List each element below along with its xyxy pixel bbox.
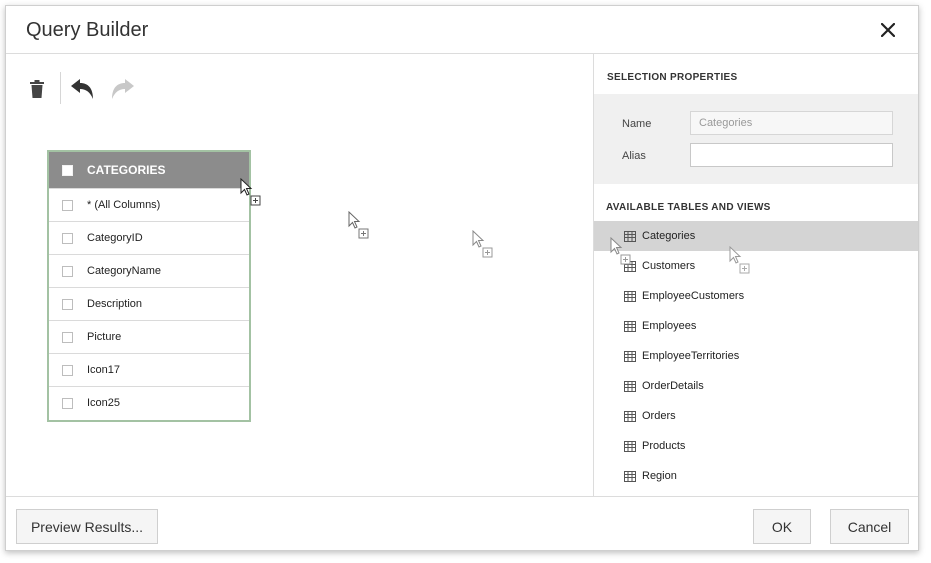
table-list-label: Categories <box>642 230 696 242</box>
table-card-categories[interactable]: CATEGORIES * (All Columns) CategoryID Ca… <box>47 150 251 422</box>
toolbar-separator <box>60 72 61 104</box>
trash-icon <box>30 80 44 98</box>
available-tables-list: Categories Customers EmployeeCustomers E… <box>594 221 918 491</box>
table-card-title: CATEGORIES <box>87 163 166 177</box>
table-list-item[interactable]: EmployeeCustomers <box>594 281 918 311</box>
query-design-surface[interactable]: CATEGORIES * (All Columns) CategoryID Ca… <box>6 54 594 496</box>
redo-icon <box>112 79 134 99</box>
column-checkbox[interactable] <box>62 364 73 376</box>
table-list-label: Region <box>642 470 677 482</box>
table-list-label: Employees <box>642 320 697 332</box>
side-panel: SELECTION PROPERTIES Name Alias AVAILABL… <box>594 54 918 496</box>
drag-add-cursor-icon <box>348 211 369 239</box>
table-list-label: EmployeeTerritories <box>642 350 740 362</box>
drag-add-cursor-icon <box>240 178 261 206</box>
column-checkbox[interactable] <box>62 331 73 343</box>
column-label: Icon17 <box>87 364 121 376</box>
table-grid-icon <box>624 470 636 482</box>
close-icon <box>881 23 895 37</box>
alias-label: Alias <box>622 150 646 162</box>
table-grid-icon <box>624 440 636 452</box>
preview-results-button[interactable]: Preview Results... <box>16 509 158 544</box>
available-tables-title: AVAILABLE TABLES AND VIEWS <box>606 202 771 213</box>
select-all-checkbox[interactable] <box>62 164 73 176</box>
drag-add-cursor-icon <box>610 237 631 265</box>
column-checkbox[interactable] <box>62 199 73 211</box>
column-row[interactable]: Icon17 <box>49 353 249 386</box>
column-label: Description <box>87 298 143 310</box>
column-row[interactable]: CategoryID <box>49 221 249 254</box>
selection-properties-title: SELECTION PROPERTIES <box>607 72 738 83</box>
dialog-footer: Preview Results... OK Cancel <box>6 496 918 552</box>
table-list-item[interactable]: Region <box>594 461 918 491</box>
name-field[interactable] <box>690 111 893 135</box>
table-grid-icon <box>624 410 636 422</box>
query-builder-dialog: Query Builder CATEGORIES * (All Columns)… <box>5 5 919 551</box>
table-grid-icon <box>624 320 636 332</box>
name-label: Name <box>622 118 652 130</box>
table-list-item[interactable]: EmployeeTerritories <box>594 341 918 371</box>
column-row[interactable]: * (All Columns) <box>49 188 249 221</box>
table-list-item[interactable]: Orders <box>594 401 918 431</box>
column-checkbox[interactable] <box>62 397 73 409</box>
ok-button[interactable]: OK <box>753 509 811 544</box>
table-list-label: EmployeeCustomers <box>642 290 745 302</box>
table-list-item[interactable]: OrderDetails <box>594 371 918 401</box>
drag-add-cursor-icon <box>472 230 493 258</box>
redo-button[interactable] <box>108 74 138 104</box>
column-row[interactable]: Picture <box>49 320 249 353</box>
column-label: Icon25 <box>87 397 121 409</box>
table-list-label: Products <box>642 440 686 452</box>
table-list-label: OrderDetails <box>642 380 704 392</box>
table-list-item[interactable]: Employees <box>594 311 918 341</box>
table-list-label: Customers <box>642 260 696 272</box>
dialog-title: Query Builder <box>26 19 149 41</box>
selection-properties-panel: Name Alias <box>594 94 918 184</box>
undo-icon <box>71 79 93 99</box>
column-label: CategoryName <box>87 265 161 277</box>
column-checkbox[interactable] <box>62 298 73 310</box>
column-checkbox[interactable] <box>62 265 73 277</box>
table-list-item[interactable]: Categories <box>594 221 918 251</box>
delete-button[interactable] <box>22 74 52 104</box>
close-button[interactable] <box>876 18 900 42</box>
cancel-button[interactable]: Cancel <box>830 509 909 544</box>
column-label: * (All Columns) <box>87 199 161 211</box>
table-grid-icon <box>624 290 636 302</box>
column-checkbox[interactable] <box>62 232 73 244</box>
title-bar: Query Builder <box>6 6 918 54</box>
drag-add-cursor-icon <box>729 246 750 274</box>
table-grid-icon <box>624 350 636 362</box>
column-row[interactable]: CategoryName <box>49 254 249 287</box>
column-row[interactable]: Icon25 <box>49 386 249 419</box>
column-row[interactable]: Description <box>49 287 249 320</box>
alias-field[interactable] <box>690 143 893 167</box>
table-list-label: Orders <box>642 410 676 422</box>
table-list-item[interactable]: Customers <box>594 251 918 281</box>
table-list-item[interactable]: Products <box>594 431 918 461</box>
column-label: Picture <box>87 331 122 343</box>
column-label: CategoryID <box>87 232 143 244</box>
table-card-header[interactable]: CATEGORIES <box>49 152 249 188</box>
undo-button[interactable] <box>67 74 97 104</box>
table-grid-icon <box>624 380 636 392</box>
